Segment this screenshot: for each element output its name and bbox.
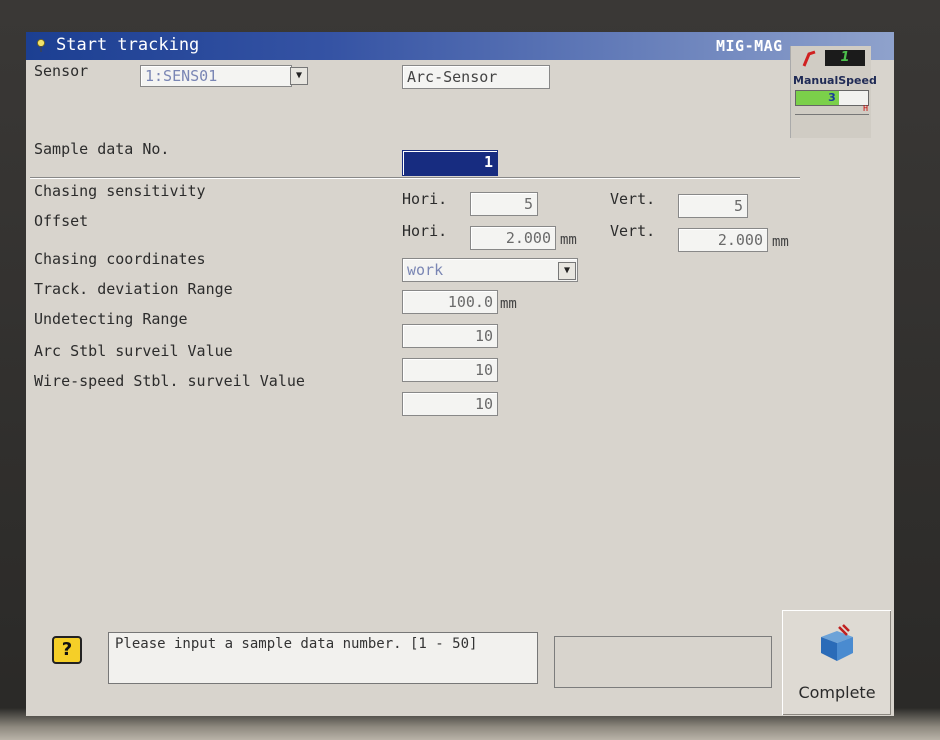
undetecting-range-input[interactable]: 10 — [402, 324, 498, 348]
speed-scale: H — [795, 104, 869, 115]
sensor-label: Sensor — [34, 62, 89, 80]
sensor-type-value: Arc-Sensor — [407, 68, 498, 86]
process-mode: MIG-MAG — [716, 37, 783, 55]
track-deviation-label: Track. deviation Range — [34, 280, 233, 298]
screen: Start tracking MIG-MAG Sensor 1:SENS01 ▼… — [26, 32, 894, 716]
chasing-coordinates-label: Chasing coordinates — [34, 250, 206, 268]
help-icon[interactable]: ? — [52, 636, 82, 664]
offset-hori-label: Hori. — [402, 222, 448, 240]
title-bar: Start tracking MIG-MAG — [26, 32, 894, 60]
window-title: Start tracking — [56, 35, 200, 55]
sample-data-label: Sample data No. — [34, 140, 170, 158]
chasing-sensitivity-vert-input[interactable]: 5 — [678, 194, 748, 218]
sensor-dropdown-arrow-icon[interactable]: ▼ — [290, 67, 308, 85]
folder-complete-icon — [821, 624, 853, 661]
manual-speed-label: ManualSpeed — [793, 74, 877, 87]
speed-value: 3 — [828, 91, 836, 104]
arc-stbl-input[interactable]: 10 — [402, 358, 498, 382]
pin-icon — [37, 39, 45, 52]
arc-stbl-label: Arc Stbl surveil Value — [34, 342, 233, 360]
chasing-sensitivity-hori-value: 5 — [523, 195, 533, 213]
chasing-sensitivity-hori-input[interactable]: 5 — [470, 192, 538, 216]
track-deviation-input[interactable]: 100.0 — [402, 290, 498, 314]
torch-icon — [802, 50, 816, 67]
offset-vert-label: Vert. — [610, 222, 656, 240]
track-deviation-unit: mm — [500, 296, 517, 312]
sensor-type-display: Arc-Sensor — [402, 65, 550, 89]
offset-vert-input[interactable]: 2.000 — [678, 228, 768, 252]
sample-data-input[interactable]: 1 — [402, 150, 498, 176]
chasing-coordinates-dropdown-arrow-icon[interactable]: ▼ — [558, 262, 576, 280]
status-box — [554, 636, 772, 688]
sample-data-value: 1 — [483, 153, 493, 171]
message-box: Please input a sample data number. [1 - … — [108, 632, 538, 684]
message-text: Please input a sample data number. [1 - … — [115, 636, 478, 652]
indicator-number: 1 — [825, 50, 865, 66]
chasing-coordinates-value: work — [407, 261, 444, 279]
chasing-coordinates-select[interactable]: work — [402, 258, 578, 282]
manual-speed-indicator: 1 ManualSpeed 3 H — [790, 46, 877, 138]
offset-label: Offset — [34, 212, 89, 230]
track-deviation-value: 100.0 — [447, 293, 493, 311]
divider-highlight — [30, 178, 800, 179]
offset-vert-unit: mm — [772, 234, 789, 250]
sensor-select-value: 1:SENS01 — [145, 67, 218, 85]
chasing-sensitivity-label: Chasing sensitivity — [34, 182, 206, 200]
wire-speed-stbl-value: 10 — [474, 395, 493, 413]
offset-hori-value: 2.000 — [505, 229, 551, 247]
chasing-sensitivity-vert-value: 5 — [733, 197, 743, 215]
complete-button-label: Complete — [798, 683, 876, 702]
offset-vert-value: 2.000 — [717, 231, 763, 249]
offset-hori-unit: mm — [560, 232, 577, 248]
undetecting-range-value: 10 — [474, 327, 493, 345]
offset-hori-input[interactable]: 2.000 — [470, 226, 556, 250]
arc-stbl-value: 10 — [474, 361, 493, 379]
speed-scale-high: H — [863, 104, 868, 113]
chasing-sensitivity-vert-label: Vert. — [610, 190, 656, 208]
chasing-sensitivity-hori-label: Hori. — [402, 190, 448, 208]
wire-speed-stbl-input[interactable]: 10 — [402, 392, 498, 416]
wire-speed-stbl-label: Wire-speed Stbl. surveil Value — [34, 372, 305, 390]
sensor-select[interactable]: 1:SENS01 — [140, 65, 292, 87]
undetecting-range-label: Undetecting Range — [34, 310, 188, 328]
complete-button[interactable]: Complete — [782, 610, 891, 715]
